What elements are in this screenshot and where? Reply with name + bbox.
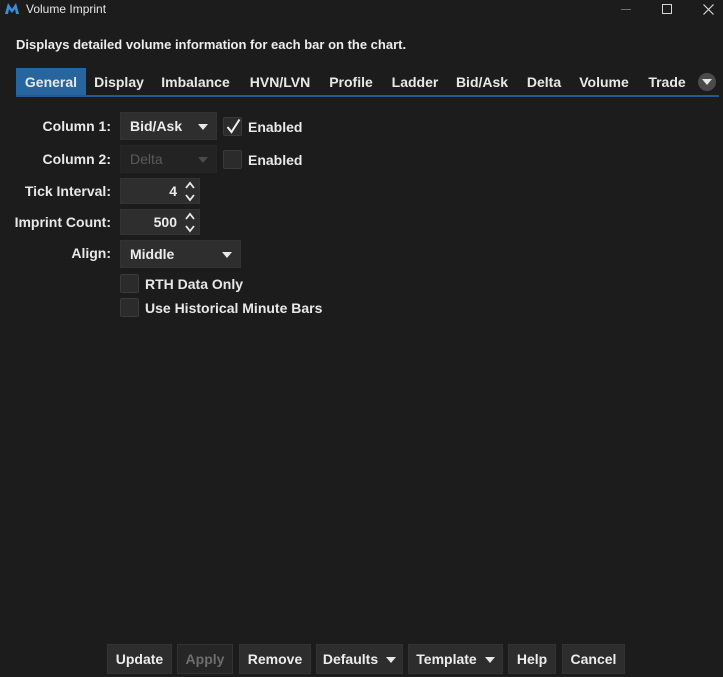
minimize-button[interactable] <box>606 0 646 18</box>
tab-general[interactable]: General <box>16 68 86 95</box>
tab-hvn-lvn[interactable]: HVN/LVN <box>244 68 316 95</box>
tab-imbalance[interactable]: Imbalance <box>158 68 233 95</box>
tab-display[interactable]: Display <box>88 68 150 95</box>
column2-enabled-checkbox[interactable] <box>223 150 242 169</box>
update-button[interactable]: Update <box>107 644 172 674</box>
template-button[interactable]: Template <box>408 644 503 674</box>
column2-value: Delta <box>130 151 163 167</box>
tab-overflow-button[interactable] <box>698 73 716 91</box>
checkmark-icon <box>226 118 241 134</box>
historical-minute-bars-label: Use Historical Minute Bars <box>145 300 323 316</box>
rth-data-only-label: RTH Data Only <box>145 276 244 292</box>
chevron-down-icon <box>386 657 397 664</box>
close-icon <box>702 3 714 15</box>
defaults-button-label: Defaults <box>322 651 379 667</box>
maximize-button[interactable] <box>647 0 687 18</box>
tick-interval-stepper[interactable]: 4 <box>120 178 200 204</box>
column2-enabled-label: Enabled <box>248 152 303 168</box>
tick-interval-label: Tick Interval: <box>24 183 111 199</box>
column1-dropdown[interactable]: Bid/Ask <box>120 112 217 140</box>
rth-data-only-checkbox[interactable] <box>120 274 139 293</box>
minimize-icon <box>621 8 631 10</box>
column1-enabled-label: Enabled <box>248 119 303 135</box>
apply-button[interactable]: Apply <box>177 644 233 674</box>
imprint-count-label: Imprint Count: <box>14 214 111 230</box>
tab-delta[interactable]: Delta <box>521 68 567 95</box>
template-button-label: Template <box>416 651 477 667</box>
chevron-down-icon <box>702 79 712 85</box>
chevron-down-icon <box>198 157 208 163</box>
remove-button[interactable]: Remove <box>239 644 311 674</box>
volume-imprint-dialog: Volume Imprint Displays detailed volume … <box>0 0 723 677</box>
title-bar[interactable]: Volume Imprint <box>0 0 723 18</box>
app-logo-icon <box>5 3 19 14</box>
cancel-button[interactable]: Cancel <box>562 644 625 674</box>
spinner-down-icon[interactable] <box>184 192 196 203</box>
tick-interval-value: 4 <box>169 183 177 199</box>
spinner-up-icon[interactable] <box>184 180 196 191</box>
align-value: Middle <box>130 246 175 262</box>
maximize-icon <box>662 4 672 14</box>
imprint-count-stepper[interactable]: 500 <box>120 209 200 235</box>
close-button[interactable] <box>688 0 723 18</box>
chevron-down-icon <box>484 657 495 664</box>
tab-trade[interactable]: Trade <box>641 68 693 95</box>
window-title: Volume Imprint <box>26 2 107 16</box>
dialog-description: Displays detailed volume information for… <box>16 37 407 52</box>
column1-label: Column 1: <box>42 118 111 134</box>
historical-minute-bars-checkbox[interactable] <box>120 298 139 317</box>
column1-enabled-checkbox[interactable] <box>223 117 242 136</box>
imprint-count-value: 500 <box>153 214 177 230</box>
tab-bid-ask[interactable]: Bid/Ask <box>450 68 514 95</box>
help-button[interactable]: Help <box>508 644 556 674</box>
align-dropdown[interactable]: Middle <box>120 240 241 268</box>
column1-value: Bid/Ask <box>130 118 183 134</box>
align-label: Align: <box>71 245 111 261</box>
spinner-down-icon[interactable] <box>184 223 196 234</box>
tab-ladder[interactable]: Ladder <box>386 68 444 95</box>
defaults-button[interactable]: Defaults <box>316 644 403 674</box>
tab-profile[interactable]: Profile <box>323 68 379 95</box>
spinner-up-icon[interactable] <box>184 211 196 222</box>
tab-bar: General Display Imbalance HVN/LVN Profil… <box>16 68 719 97</box>
tab-volume[interactable]: Volume <box>573 68 635 95</box>
column2-dropdown: Delta <box>120 145 217 173</box>
chevron-down-icon <box>222 252 232 258</box>
chevron-down-icon <box>198 124 208 130</box>
column2-label: Column 2: <box>42 151 111 167</box>
